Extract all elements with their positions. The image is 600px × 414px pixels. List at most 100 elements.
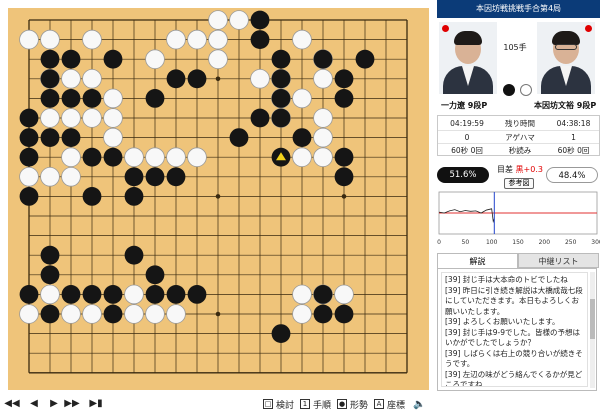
- black-stone: [19, 285, 39, 304]
- white-player-name: 本因坊文裕 9段P: [534, 101, 597, 110]
- black-stone: [334, 89, 354, 108]
- black-stone: [61, 285, 81, 304]
- black-win-rate: 51.6%: [437, 167, 489, 183]
- star-point: [215, 194, 221, 199]
- white-stone: [187, 147, 207, 168]
- coordinates-button[interactable]: A 座標: [374, 396, 405, 412]
- white-stone: [19, 29, 39, 50]
- reference-diagram-button[interactable]: 参考図: [504, 178, 534, 189]
- white-stone: [292, 88, 312, 109]
- white-stone: [61, 69, 81, 89]
- black-stone: [124, 245, 144, 265]
- black-stone: [166, 69, 186, 89]
- bottom-toolbar: ◀◀ ◀ ▶ ▶▶ ▶▮ □ 検討 1 手順 ● 形勢 A 座標 🔈: [0, 394, 432, 414]
- comment-item: [39] 左辺の味がどう絡んでくるかが見どころですね: [445, 369, 583, 387]
- black-stone: [271, 108, 291, 128]
- hair-graphic: [552, 31, 580, 45]
- black-stone: [145, 89, 165, 108]
- remaining-time-label: 残り時間: [505, 119, 535, 128]
- comment-item: [39] 封じ手は大本命のトビでしたね: [445, 275, 568, 284]
- black-stone: [19, 108, 39, 128]
- black-stone: [271, 324, 291, 343]
- white-stone: [124, 147, 144, 168]
- next-move-icon[interactable]: ▶▶: [64, 397, 80, 411]
- white-stone: [82, 304, 102, 324]
- play-icon[interactable]: ▶: [46, 397, 62, 411]
- tab-relay-list[interactable]: 中継リスト: [518, 253, 599, 268]
- white-stone: [61, 108, 81, 128]
- white-stone: [124, 284, 144, 305]
- moves-button[interactable]: 1 手順: [300, 396, 331, 412]
- black-stone: [82, 89, 102, 108]
- black-stone: [271, 89, 291, 108]
- black-stone: [40, 89, 60, 108]
- white-stone: [61, 304, 81, 324]
- black-stone: [40, 69, 60, 89]
- white-stone: [208, 29, 228, 50]
- black-stone: [313, 49, 333, 69]
- black-stone: [334, 147, 354, 167]
- black-stone: [187, 285, 207, 304]
- white-stone: [313, 127, 333, 148]
- moves-icon: 1: [300, 399, 310, 409]
- review-label: 検討: [276, 400, 295, 411]
- black-stone: [271, 69, 291, 89]
- captures-row: 0 アゲハマ 1: [438, 130, 599, 143]
- black-stone: [229, 128, 249, 147]
- white-stone: [40, 167, 60, 187]
- black-stone: [145, 285, 165, 304]
- sound-icon: 🔈: [413, 398, 426, 410]
- white-stone: [313, 69, 333, 89]
- black-stone: [40, 304, 60, 324]
- white-stone: [145, 49, 165, 70]
- black-stone: [61, 128, 81, 147]
- first-move-icon[interactable]: ◀◀: [4, 397, 20, 411]
- live-indicator-icon: [442, 25, 449, 32]
- sound-button[interactable]: 🔈: [413, 396, 425, 412]
- black-stone: [271, 49, 291, 69]
- commentary-scroll-thumb[interactable]: [590, 299, 595, 339]
- white-stone: [61, 147, 81, 168]
- review-button[interactable]: □ 検討: [263, 396, 294, 412]
- commentary-panel: [39] 封じ手は大本命のトビでしたね [39] 昨日に引き続き解説は大橋成哉七段…: [437, 268, 597, 391]
- black-stone: [145, 265, 165, 285]
- shape-label: 形勢: [350, 400, 369, 411]
- white-stone: [334, 284, 354, 305]
- white-stone: [166, 29, 186, 50]
- graph-tick-label: 150: [512, 239, 524, 246]
- white-stone: [208, 49, 228, 70]
- commentary-list: [39] 封じ手は大本命のトビでしたね [39] 昨日に引き続き解説は大橋成哉七段…: [441, 272, 588, 387]
- white-stone: [229, 10, 249, 30]
- white-stone: [187, 29, 207, 50]
- score-difference-label: 目差: [497, 165, 513, 174]
- white-stone: [292, 147, 312, 168]
- go-board[interactable]: [8, 8, 429, 390]
- white-stone: [103, 108, 123, 128]
- black-stone: [334, 167, 354, 187]
- black-player-name: 一力遼 9段P: [441, 101, 488, 110]
- score-difference: 目差 黒+0.3: [497, 164, 543, 175]
- white-stone: [292, 284, 312, 305]
- black-stone: [166, 285, 186, 304]
- black-remaining-time: 04:19:59: [450, 119, 484, 128]
- black-stone: [19, 147, 39, 167]
- coordinates-icon: A: [374, 399, 384, 409]
- tab-commentary[interactable]: 解説: [437, 253, 518, 268]
- white-stone: [40, 29, 60, 50]
- score-difference-value: 黒+0.3: [515, 165, 543, 174]
- last-move-icon[interactable]: ▶▮: [88, 397, 104, 411]
- previous-move-icon[interactable]: ◀: [26, 397, 42, 411]
- black-stone: [313, 285, 333, 304]
- white-stone: [19, 167, 39, 187]
- white-stone: [292, 304, 312, 324]
- black-stone: [355, 49, 375, 69]
- byoyomi-label: 秒読み: [508, 146, 532, 155]
- move-count: 105手: [503, 43, 527, 52]
- black-stone: [250, 30, 270, 49]
- shape-button[interactable]: ● 形勢: [337, 396, 368, 412]
- white-stone: [250, 69, 270, 89]
- black-stone: [40, 128, 60, 147]
- white-stone: [103, 88, 123, 109]
- black-stone: [187, 69, 207, 89]
- white-stone: [40, 108, 60, 128]
